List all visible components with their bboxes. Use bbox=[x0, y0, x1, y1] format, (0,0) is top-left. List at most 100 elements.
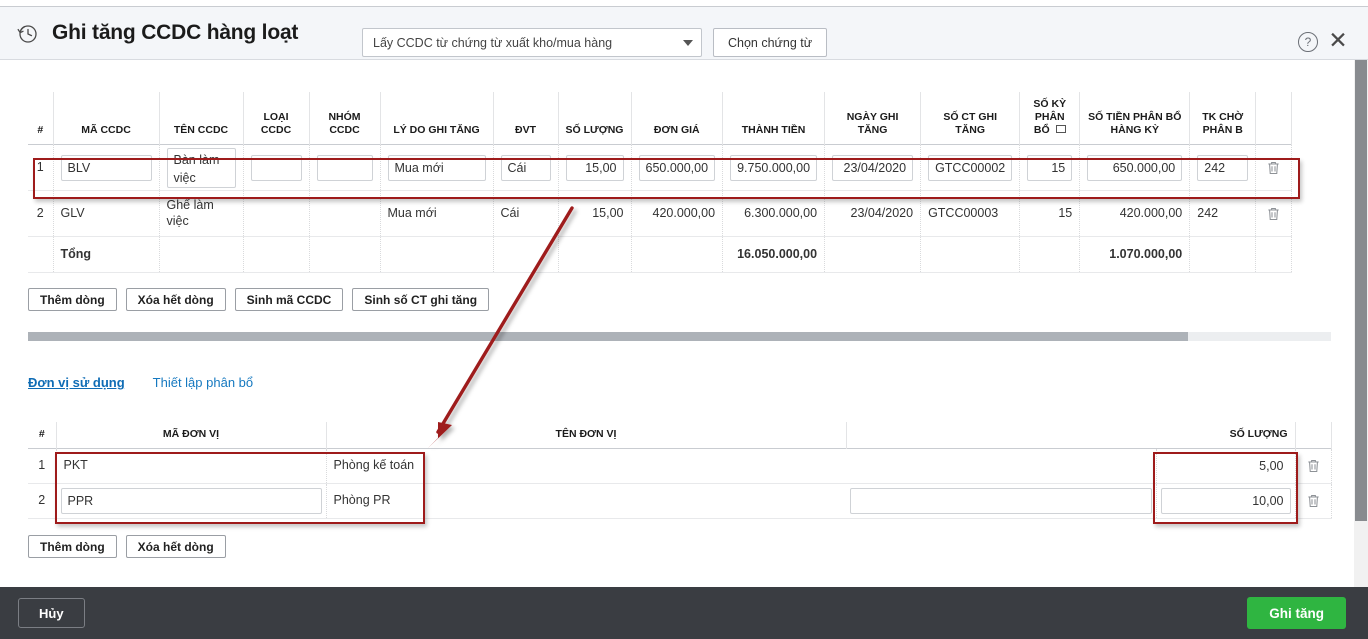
cell-nhom-ccdc[interactable] bbox=[309, 144, 381, 192]
cell-nhom-ccdc[interactable] bbox=[309, 190, 381, 238]
cell-unit-so-luong[interactable]: 10,00 bbox=[1156, 483, 1296, 520]
cell-ma-ccdc[interactable]: GLV bbox=[53, 190, 160, 238]
trash-icon[interactable] bbox=[1306, 493, 1321, 509]
delete-all-rows-button-asset[interactable]: Xóa hết dòng bbox=[125, 288, 226, 311]
cell-unit-delete[interactable] bbox=[1295, 448, 1332, 485]
col-so-luong: SỐ LƯỢNG bbox=[558, 92, 632, 145]
tab-thiet-lap-phan-bo[interactable]: Thiết lập phân bổ bbox=[153, 375, 253, 390]
body-vscrollbar-thumb[interactable] bbox=[1355, 60, 1367, 521]
cell-ly-do[interactable]: Mua mới bbox=[380, 190, 494, 238]
cell-so-tien-phan-bo[interactable]: 420.000,00 bbox=[1079, 190, 1191, 238]
col-ten-ccdc: TÊN CCDC bbox=[159, 92, 244, 145]
unit-ma-don-vi-input[interactable]: PPR bbox=[60, 488, 322, 515]
cell-thanh-tien[interactable]: 6.300.000,00 bbox=[722, 190, 826, 238]
total-blank-7 bbox=[631, 236, 724, 274]
tab-don-vi-su-dung[interactable]: Đơn vị sử dụng bbox=[28, 375, 125, 390]
cell-ten-ccdc[interactable]: Bàn làm việc bbox=[159, 144, 244, 192]
dvt-input[interactable]: Cái bbox=[500, 154, 551, 181]
table-row[interactable]: 2 GLV Ghế làm việc Mua mới Cái 15,00 420… bbox=[28, 190, 1293, 238]
body-vscrollbar[interactable] bbox=[1354, 60, 1368, 587]
cell-ma-don-vi[interactable]: PKT bbox=[56, 448, 327, 485]
asset-table-hscrollbar-thumb[interactable] bbox=[28, 332, 1188, 341]
cell-ngay-ghi-tang[interactable]: 23/04/2020 bbox=[824, 190, 922, 238]
trash-icon[interactable] bbox=[1306, 458, 1321, 474]
cell-ly-do[interactable]: Mua mới bbox=[380, 144, 494, 192]
unit-blank-input[interactable] bbox=[850, 488, 1152, 515]
don-gia-input[interactable]: 650.000,00 bbox=[638, 154, 716, 181]
so-ky-input[interactable]: 15 bbox=[1027, 154, 1073, 181]
cell-thanh-tien[interactable]: 9.750.000,00 bbox=[722, 144, 826, 192]
col-so-ky-phan-bo: SỐ KỲ PHÂN BỔ bbox=[1019, 92, 1081, 145]
cell-tk-cho[interactable]: 242 bbox=[1189, 190, 1257, 238]
cell-so-ky[interactable]: 15 bbox=[1019, 144, 1081, 192]
dialog-header: Ghi tăng CCDC hàng loạt Lấy CCDC từ chứn… bbox=[0, 7, 1368, 60]
cell-unit-so-luong[interactable]: 5,00 bbox=[1156, 448, 1296, 485]
cell-so-luong[interactable]: 15,00 bbox=[558, 190, 632, 238]
help-icon[interactable]: ? bbox=[1298, 32, 1318, 52]
ngay-ghi-tang-input[interactable]: 23/04/2020 bbox=[832, 154, 914, 181]
table-row[interactable]: 1 BLV Bàn làm việc Mua mới Cái 15,00 650… bbox=[28, 144, 1293, 192]
col-so-ct-ghi-tang: SỐ CT GHI TĂNG bbox=[920, 92, 1021, 145]
list-item[interactable]: 2 PPR Phòng PR 10,00 bbox=[28, 483, 1332, 520]
so-luong-input[interactable]: 15,00 bbox=[565, 154, 624, 181]
generate-doc-number-button[interactable]: Sinh số CT ghi tăng bbox=[352, 288, 490, 311]
cell-ngay-ghi-tang[interactable]: 23/04/2020 bbox=[824, 144, 922, 192]
add-row-button-unit[interactable]: Thêm dòng bbox=[28, 535, 117, 558]
choose-document-button[interactable]: Chọn chứng từ bbox=[713, 28, 828, 57]
cell-unit-blank[interactable] bbox=[846, 448, 1157, 485]
nhom-ccdc-input[interactable] bbox=[316, 154, 373, 181]
total-blank-11 bbox=[1189, 236, 1257, 274]
loai-ccdc-input[interactable] bbox=[250, 154, 302, 181]
total-blank-1 bbox=[159, 236, 244, 274]
cell-so-luong[interactable]: 15,00 bbox=[558, 144, 632, 192]
source-select[interactable]: Lấy CCDC từ chứng từ xuất kho/mua hàng bbox=[362, 28, 702, 57]
cell-ma-ccdc[interactable]: BLV bbox=[53, 144, 160, 192]
submit-button[interactable]: Ghi tăng bbox=[1247, 597, 1346, 629]
ma-ccdc-input[interactable]: BLV bbox=[60, 154, 152, 181]
so-ct-input[interactable]: GTCC00002 bbox=[928, 154, 1013, 181]
cell-ten-ccdc[interactable]: Ghế làm việc bbox=[159, 190, 244, 238]
total-spacer bbox=[28, 236, 54, 274]
total-blank-3 bbox=[309, 236, 381, 274]
trash-icon[interactable] bbox=[1266, 206, 1281, 222]
cell-so-ky[interactable]: 15 bbox=[1019, 190, 1081, 238]
ly-do-input[interactable]: Mua mới bbox=[387, 154, 486, 181]
cell-dvt[interactable]: Cái bbox=[493, 190, 559, 238]
unit-so-luong-input[interactable]: 5,00 bbox=[1160, 453, 1291, 480]
add-row-button-asset[interactable]: Thêm dòng bbox=[28, 288, 117, 311]
cell-loai-ccdc[interactable] bbox=[243, 144, 310, 192]
col-unit-so-luong: SỐ LƯỢNG bbox=[1156, 422, 1296, 449]
thanh-tien-input[interactable]: 9.750.000,00 bbox=[730, 154, 818, 181]
cell-ten-don-vi[interactable]: Phòng PR bbox=[326, 483, 846, 520]
cell-delete[interactable] bbox=[1255, 190, 1293, 238]
cell-delete[interactable] bbox=[1255, 144, 1293, 192]
cancel-button[interactable]: Hủy bbox=[18, 598, 85, 628]
cell-tk-cho[interactable]: 242 bbox=[1189, 144, 1257, 192]
cell-ten-don-vi[interactable]: Phòng kế toán bbox=[326, 448, 846, 485]
so-tien-phan-bo-input[interactable]: 650.000,00 bbox=[1087, 154, 1183, 181]
close-icon[interactable]: ✕ bbox=[1326, 29, 1350, 53]
trash-icon[interactable] bbox=[1266, 160, 1281, 176]
cell-don-gia[interactable]: 650.000,00 bbox=[631, 144, 724, 192]
cell-dvt[interactable]: Cái bbox=[493, 144, 559, 192]
cell-so-tien-phan-bo[interactable]: 650.000,00 bbox=[1079, 144, 1191, 192]
unit-table-header-row: # MÃ ĐƠN VỊ TÊN ĐƠN VỊ SỐ LƯỢNG bbox=[28, 422, 1332, 449]
cell-unit-blank[interactable] bbox=[846, 483, 1157, 520]
cell-don-gia[interactable]: 420.000,00 bbox=[631, 190, 724, 238]
unit-so-luong-input[interactable]: 10,00 bbox=[1160, 488, 1291, 515]
list-item[interactable]: 1 PKT Phòng kế toán 5,00 bbox=[28, 448, 1332, 485]
resize-handle-icon[interactable] bbox=[1055, 125, 1066, 134]
total-blank-12 bbox=[1255, 236, 1293, 274]
delete-all-rows-button-unit[interactable]: Xóa hết dòng bbox=[125, 535, 226, 558]
cell-ma-don-vi[interactable]: PPR bbox=[56, 483, 327, 520]
cell-unit-delete[interactable] bbox=[1295, 483, 1332, 520]
ten-ccdc-input[interactable]: Bàn làm việc bbox=[166, 147, 236, 188]
cell-so-ct[interactable]: GTCC00002 bbox=[920, 144, 1021, 192]
generate-ccdc-code-button[interactable]: Sinh mã CCDC bbox=[234, 288, 344, 311]
tk-cho-input[interactable]: 242 bbox=[1197, 154, 1249, 181]
total-so-tien-phan-bo: 1.070.000,00 bbox=[1079, 236, 1191, 274]
asset-table-hscrollbar[interactable] bbox=[28, 332, 1331, 341]
cell-loai-ccdc[interactable] bbox=[243, 190, 310, 238]
asset-table: # MÃ CCDC TÊN CCDC LOẠI CCDC NHÓM CCDC L… bbox=[28, 92, 1293, 274]
cell-so-ct[interactable]: GTCC00003 bbox=[920, 190, 1021, 238]
